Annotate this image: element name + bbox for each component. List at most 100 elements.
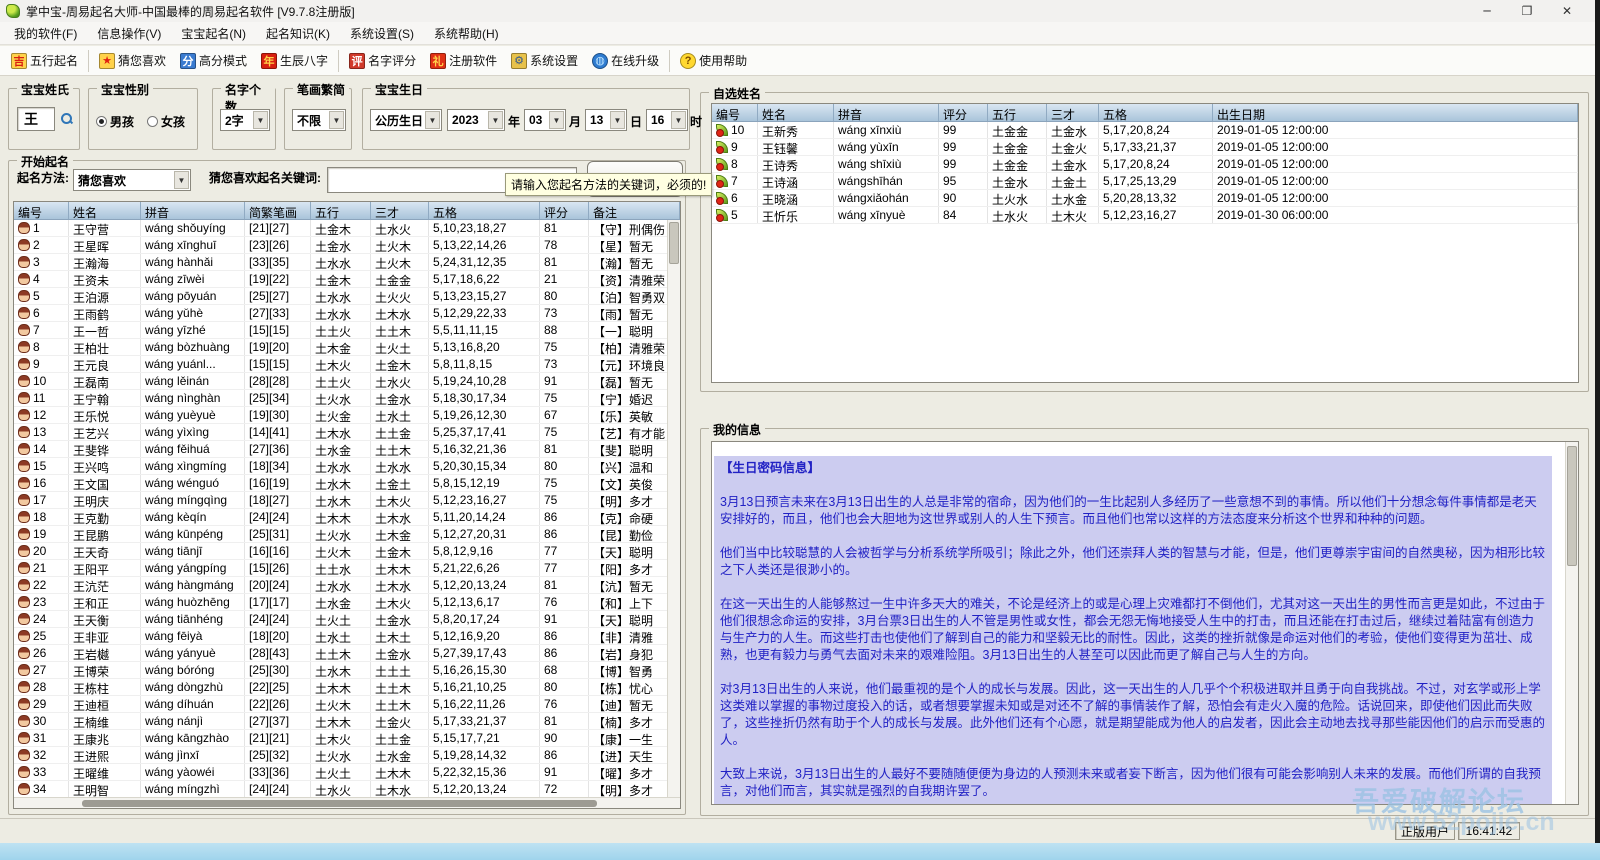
menu-item-4[interactable]: 系统设置(S)	[340, 22, 424, 45]
table-row[interactable]: 2王星晖wáng xīnghuī[23][26]土金水土火木5,13,22,14…	[14, 237, 680, 254]
cell: 8	[712, 156, 758, 172]
table-row[interactable]: 1王守营wáng shǒuyíng[21][27]土金木土水火5,10,23,1…	[14, 220, 680, 237]
info-paragraph-5: 大致上来说，3月13日出生的人最好不要随随便便为身边的人预测未来或者妄下断言，因…	[720, 766, 1546, 800]
column-header-5[interactable]: 三才	[371, 202, 429, 219]
table-row[interactable]: 26王岩樾wáng yányuè[28][43]土土木土金水5,27,39,17…	[14, 645, 680, 662]
year-select[interactable]: 2023 ▼	[447, 109, 505, 131]
info-vertical-scrollbar[interactable]	[1565, 442, 1578, 804]
table-row[interactable]: 5王忻乐wáng xīnyuè84土水火土木火5,12,23,16,272019…	[712, 207, 1578, 224]
results-vscroll-thumb[interactable]	[669, 222, 679, 264]
table-row[interactable]: 19王昆鹏wáng kūnpéng[25][31]土火水土木金5,12,27,2…	[14, 526, 680, 543]
table-row[interactable]: 25王非亚wáng fēiyà[18][20]土水土土木土5,12,16,9,2…	[14, 628, 680, 645]
table-row[interactable]: 6王雨鹤wáng yǔhè[27][33]土水水土木水5,12,29,22,33…	[14, 305, 680, 322]
table-row[interactable]: 12王乐悦wáng yuèyuè[19][30]土火金土水土5,19,26,12…	[14, 407, 680, 424]
results-horizontal-scrollbar[interactable]	[14, 797, 681, 808]
minimize-button[interactable]: ─	[1467, 0, 1507, 22]
column-header-7[interactable]: 出生日期	[1213, 104, 1578, 121]
info-vscroll-thumb[interactable]	[1567, 446, 1577, 566]
column-header-6[interactable]: 五格	[429, 202, 540, 219]
gender-male-radio[interactable]: 男孩	[96, 113, 140, 130]
toolbar-button-5[interactable]: 礼注册软件	[423, 49, 504, 72]
column-header-1[interactable]: 姓名	[758, 104, 834, 121]
name-count-select[interactable]: 2字 ▼	[220, 109, 270, 131]
table-row[interactable]: 23王和正wáng huòzhēng[17][17]土水金土木火5,12,13,…	[14, 594, 680, 611]
column-header-7[interactable]: 评分	[540, 202, 589, 219]
table-row[interactable]: 3王瀚海wáng hànhǎi[33][35]土水水土火木5,24,31,12,…	[14, 254, 680, 271]
surname-input[interactable]: 王	[17, 107, 55, 131]
table-row[interactable]: 29王迪桓wáng díhuán[22][26]土火木土土木5,16,22,11…	[14, 696, 680, 713]
table-row[interactable]: 15王兴鸣wáng xìngmíng[18][34]土水水土水水5,20,30,…	[14, 458, 680, 475]
toolbar-button-6[interactable]: ⚙系统设置	[504, 49, 585, 72]
table-row[interactable]: 6王晓涵wángxiǎohán90土火水土水金5,20,28,13,322019…	[712, 190, 1578, 207]
table-row[interactable]: 28王栋柱wáng dòngzhù[22][25]土木木土土木5,16,21,1…	[14, 679, 680, 696]
table-row[interactable]: 18王克勤wáng kèqín[24][24]土木木土木水5,11,20,14,…	[14, 509, 680, 526]
column-header-4[interactable]: 五行	[311, 202, 371, 219]
maximize-button[interactable]: ❐	[1507, 0, 1547, 22]
column-header-0[interactable]: 编号	[712, 104, 758, 121]
toolbar-button-7[interactable]: ◍在线升级	[585, 49, 666, 72]
table-row[interactable]: 14王斐铧wáng fěihuá[27][36]土水金土土木5,16,32,21…	[14, 441, 680, 458]
menu-item-5[interactable]: 系统帮助(H)	[424, 22, 509, 45]
screen: 掌中宝-周易起名大师-中国最棒的周易起名软件 [V9.7.8注册版] ─ ❐ ✕…	[0, 0, 1600, 860]
table-row[interactable]: 10王新秀wáng xīnxiù99土金金土金水5,17,20,8,242019…	[712, 122, 1578, 139]
table-row[interactable]: 11王宁翰wáng nìnghàn[25][34]土火水土金水5,18,30,1…	[14, 390, 680, 407]
search-icon[interactable]	[61, 113, 73, 125]
toolbar-button-4[interactable]: 评名字评分	[342, 49, 423, 72]
results-hscroll-thumb[interactable]	[82, 800, 597, 807]
gender-female-radio[interactable]: 女孩	[147, 113, 193, 130]
table-row[interactable]: 7王一哲wáng yīzhé[15][15]土土火土土木5,5,11,11,15…	[14, 322, 680, 339]
stroke-select[interactable]: 不限 ▼	[292, 109, 346, 131]
results-vertical-scrollbar[interactable]	[667, 220, 680, 798]
table-row[interactable]: 8王诗秀wáng shīxiù99土金金土金水5,17,20,8,242019-…	[712, 156, 1578, 173]
menu-item-3[interactable]: 起名知识(K)	[256, 22, 340, 45]
cell: 王岩樾	[69, 645, 141, 661]
column-header-1[interactable]: 姓名	[69, 202, 141, 219]
cell: wáng yàowéi	[141, 764, 245, 780]
column-header-3[interactable]: 简繁笔画	[245, 202, 311, 219]
column-header-6[interactable]: 五格	[1099, 104, 1213, 121]
month-select[interactable]: 03 ▼	[524, 109, 566, 131]
table-row[interactable]: 7王诗涵wángshīhán95土金水土金土5,17,25,13,292019-…	[712, 173, 1578, 190]
column-header-4[interactable]: 五行	[988, 104, 1047, 121]
day-select[interactable]: 13 ▼	[585, 109, 627, 131]
table-row[interactable]: 30王楠维wáng nánjì[27][37]土木木土金火5,17,33,21,…	[14, 713, 680, 730]
table-row[interactable]: 4王资未wáng zīwèi[19][22]土金木土金金5,17,18,6,22…	[14, 271, 680, 288]
table-row[interactable]: 34王明智wáng míngzhì[24][24]土水火土木水5,12,20,1…	[14, 781, 680, 798]
table-row[interactable]: 5王泊源wáng pōyuán[25][27]土水水土火火5,13,23,15,…	[14, 288, 680, 305]
table-row[interactable]: 22王沆茫wáng hàngmáng[20][24]土水水土木水5,12,20,…	[14, 577, 680, 594]
table-row[interactable]: 8王柏壮wáng bòzhuàng[19][20]土木金土火土5,13,16,8…	[14, 339, 680, 356]
table-row[interactable]: 20王天奇wáng tiānjī[16][16]土火木土金木5,8,12,9,1…	[14, 543, 680, 560]
column-header-3[interactable]: 评分	[939, 104, 988, 121]
hour-select[interactable]: 16 ▼	[646, 109, 688, 131]
column-header-2[interactable]: 拼音	[834, 104, 939, 121]
menu-item-0[interactable]: 我的软件(F)	[4, 22, 87, 45]
table-row[interactable]: 9王元良wáng yuánl...[15][15]土木火土金木5,8,11,8,…	[14, 356, 680, 373]
table-row[interactable]: 10王磊南wáng lěinán[28][28]土土火土水火5,19,24,10…	[14, 373, 680, 390]
table-row[interactable]: 33王曜维wáng yàowéi[33][36]土火土土木木5,22,32,15…	[14, 764, 680, 781]
toolbar-button-8[interactable]: ?使用帮助	[673, 49, 754, 72]
column-header-5[interactable]: 三才	[1047, 104, 1099, 121]
column-header-2[interactable]: 拼音	[141, 202, 245, 219]
toolbar-button-3[interactable]: 年生辰八字	[254, 49, 335, 72]
table-row[interactable]: 24王天衡wáng tiānhéng[24][24]土火土土金水5,8,20,1…	[14, 611, 680, 628]
table-row[interactable]: 31王康兆wáng kāngzhào[21][21]土木火土土金5,15,17,…	[14, 730, 680, 747]
close-button[interactable]: ✕	[1547, 0, 1587, 22]
toolbar-button-2[interactable]: 分高分模式	[173, 49, 254, 72]
table-row[interactable]: 13王艺兴wáng yìxìng[14][41]土木水土土金5,25,37,17…	[14, 424, 680, 441]
calendar-type-select[interactable]: 公历生日 ▼	[370, 109, 442, 131]
table-row[interactable]: 27王博荣wáng bóróng[25][30]土水木土土土5,16,26,15…	[14, 662, 680, 679]
my-info-textarea[interactable]: 【生日密码信息】3月13日预言未来在3月13日出生的人总是非常的宿命，因为他们的…	[711, 441, 1579, 805]
menu-item-1[interactable]: 信息操作(V)	[87, 22, 171, 45]
toolbar-button-1[interactable]: ★猜您喜欢	[92, 49, 173, 72]
method-select[interactable]: 猜您喜欢 ▼	[73, 169, 191, 191]
column-header-0[interactable]: 编号	[14, 202, 69, 219]
toolbar-button-0[interactable]: 吉五行起名	[4, 49, 85, 72]
table-row[interactable]: 9王钰馨wáng yùxīn99土金金土金火5,17,33,21,372019-…	[712, 139, 1578, 156]
column-header-8[interactable]: 备注	[589, 202, 680, 219]
cell: 王新秀	[758, 122, 834, 138]
menu-item-2[interactable]: 宝宝起名(N)	[171, 22, 256, 45]
table-row[interactable]: 21王阳平wáng yángpíng[15][26]土土水土木木5,21,22,…	[14, 560, 680, 577]
table-row[interactable]: 17王明庆wáng míngqìng[18][27]土水木土木火5,12,23,…	[14, 492, 680, 509]
table-row[interactable]: 32王进熙wáng jìnxī[25][32]土火水土水金5,19,28,14,…	[14, 747, 680, 764]
table-row[interactable]: 16王文国wáng wénguó[16][19]土水木土金土5,8,15,12,…	[14, 475, 680, 492]
